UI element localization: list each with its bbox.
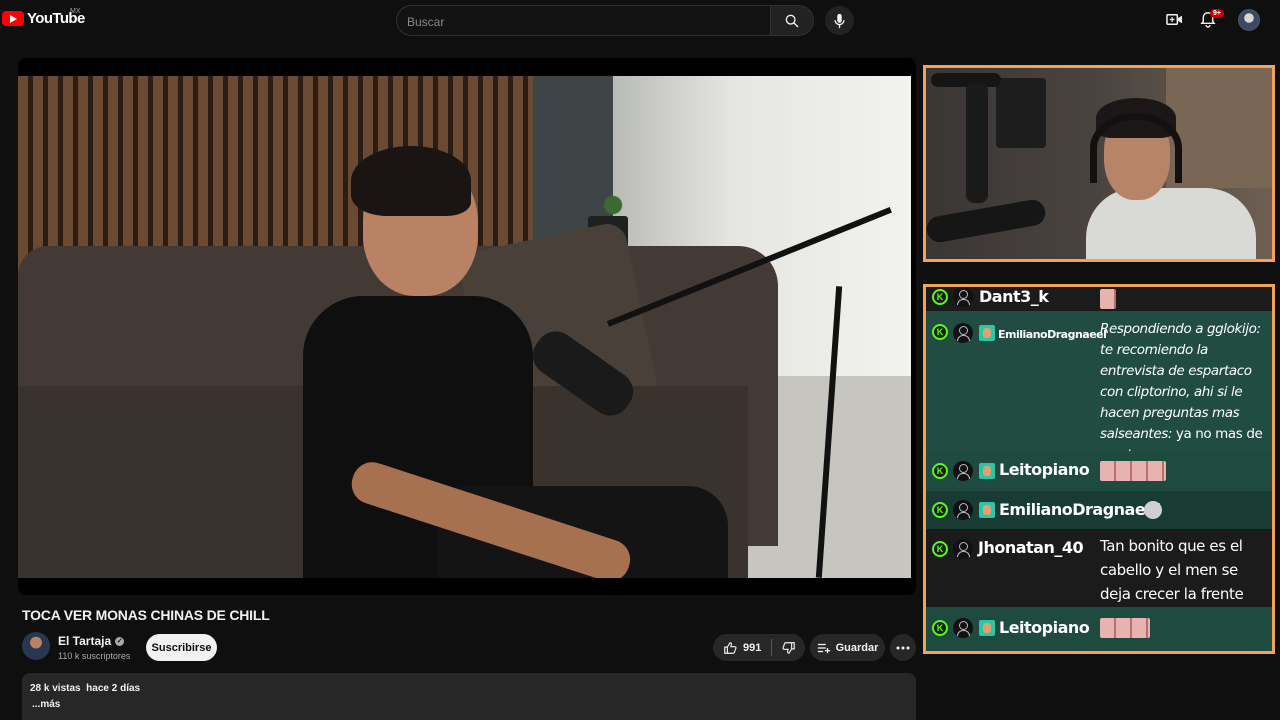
search-icon [785,14,799,27]
view-count: 28 k vistas [30,683,81,694]
user-badge-icon [953,287,973,307]
save-playlist-icon [817,643,830,653]
kick-badge-icon: K [932,541,948,557]
description-box[interactable]: 28 k vistas hace 2 días ...más [22,673,916,720]
channel-name: El Tartaja [58,634,112,648]
webcam-streamer-body [1086,188,1256,259]
user-badge-icon [953,618,973,638]
save-label: Guardar [835,641,879,654]
subscribe-button[interactable]: Suscribirse [146,634,217,661]
upload-age: hace 2 días [86,683,141,694]
user-badge-icon [953,461,973,481]
chat-message: K Dant3_k [926,287,1272,311]
verified-check-icon: ✓ [115,636,125,646]
microphone-icon [834,13,845,28]
chat-message-text: Respondiendo a gglokijo: te recomiendo l… [1100,319,1272,466]
top-bar: YouTube MX Buscar 9+ [0,0,1280,40]
webcam-headphones [1090,113,1182,183]
show-more-link[interactable]: ...más [30,699,916,710]
chat-username: EmilianoDragnaeel [998,328,1107,341]
description-meta: 28 k vistas hace 2 días [30,683,916,694]
kick-badge-icon: K [932,324,948,340]
subscriber-badge-icon [979,325,995,341]
chat-username: Leitopiano [999,460,1090,479]
video-plant [593,191,633,219]
create-video-icon[interactable] [1166,12,1183,27]
kick-badge-icon: K [932,289,948,305]
chat-emote [1100,461,1166,481]
like-button[interactable]: 991 [713,634,771,661]
youtube-logo[interactable]: YouTube MX [2,8,85,27]
webcam-mic-arm [931,73,1001,87]
kick-badge-icon: K [932,502,948,518]
chat-emote [1100,289,1116,309]
voice-search-button[interactable] [825,6,854,35]
subscriber-badge-icon [979,502,995,518]
chat-message: K Leitopiano [926,607,1272,651]
kick-badge-icon: K [932,463,948,479]
subscriber-badge-icon [979,620,995,636]
video-frame[interactable] [18,76,911,578]
chat-emote [1144,501,1162,519]
screen: YouTube MX Buscar 9+ TOCA VER MONAS CHIN… [0,0,1280,720]
chat-message: K Jhonatan_40 Tan bonito que es el cabel… [926,529,1272,607]
search-button[interactable] [770,5,814,36]
like-count: 991 [743,641,762,654]
like-dislike-group: 991 [713,634,805,661]
chat-message: K Leitopiano [926,451,1272,491]
video-title: TOCA VER MONAS CHINAS DE CHILL [22,607,270,623]
chat-message: K EmilianoDragnaeel Respondiendo a gglok… [926,311,1272,463]
more-actions-button[interactable] [890,634,916,661]
chat-reply-text: Respondiendo a gglokijo: te recomiendo l… [1100,321,1261,442]
video-player[interactable] [18,58,916,595]
chat-message-text: Tan bonito que es el cabello y el men se… [1100,537,1244,603]
dislike-button[interactable] [772,634,805,661]
thumbs-up-icon [724,641,737,654]
subscriber-count: 110 k suscriptores [58,651,131,661]
user-badge-icon [953,500,973,520]
region-code: MX [70,8,81,15]
notification-count-badge: 9+ [1210,9,1224,18]
chat-username: Leitopiano [999,618,1090,637]
search-input[interactable]: Buscar [396,5,770,36]
account-avatar[interactable] [1238,9,1260,31]
user-badge-icon [953,539,973,559]
subscriber-badge-icon [979,463,995,479]
webcam-poster [996,78,1046,148]
youtube-play-icon [2,11,24,26]
chat-username: Jhonatan_40 [978,538,1084,557]
chat-overlay: K Dant3_k K EmilianoDragnaeel Respondien… [923,284,1275,654]
channel-name-link[interactable]: El Tartaja ✓ [58,634,125,648]
video-person-hair [351,146,471,216]
thumbs-down-icon [781,641,795,654]
chat-username: EmilianoDragnaeel [999,500,1161,519]
chat-username: Dant3_k [979,287,1049,306]
channel-avatar[interactable] [22,632,50,660]
save-button[interactable]: Guardar [810,634,885,661]
kick-badge-icon: K [932,620,948,636]
chat-emote [1100,618,1150,638]
more-horizontal-icon [896,646,910,649]
webcam-overlay [923,65,1275,262]
user-badge-icon [953,323,973,343]
webcam-microphone [966,83,988,203]
chat-message: K EmilianoDragnaeel [926,491,1272,529]
